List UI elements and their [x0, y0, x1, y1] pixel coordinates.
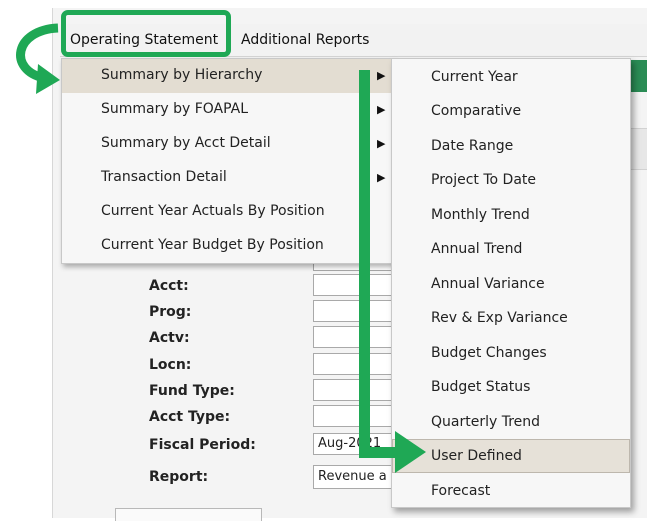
annotation-arrows	[16, 23, 426, 473]
curved-arrow-head-icon	[36, 64, 60, 94]
right-arrow-shaft-icon	[359, 447, 399, 458]
down-arrow-shaft-icon	[359, 70, 370, 456]
right-arrow-head-icon	[395, 431, 426, 473]
